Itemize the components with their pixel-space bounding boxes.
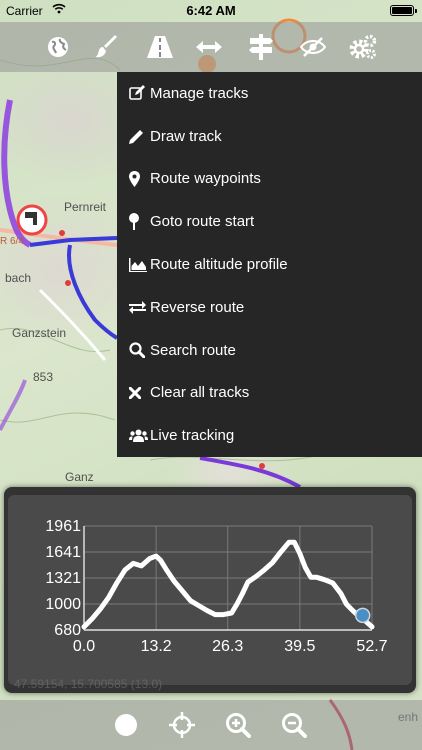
edit-icon xyxy=(129,84,150,102)
menu-item-label: Route altitude profile xyxy=(150,256,288,274)
place-label: bach xyxy=(5,271,32,285)
menu-item-clear-all-tracks[interactable]: Clear all tracks xyxy=(117,372,422,415)
menu-item-draw-track[interactable]: Draw track xyxy=(117,115,422,158)
x-tick-label: 39.5 xyxy=(284,638,315,655)
menu-item-label: Clear all tracks xyxy=(150,384,250,402)
menu-item-label: Goto route start xyxy=(150,213,255,231)
zoom-in-icon[interactable] xyxy=(223,710,253,740)
altitude-chart: 1961 1641 1321 1000 6800.0 13.2 26.3 39.5 52.7 xyxy=(45,518,387,655)
exchange-icon xyxy=(129,298,150,316)
menu-item-label: Search route xyxy=(150,341,236,359)
y-tick-label: 1321 xyxy=(45,570,81,587)
map-coordinates: 47.59154, 15.700585 (13.0) xyxy=(14,677,163,691)
search-icon xyxy=(129,341,150,359)
road-icon[interactable] xyxy=(145,32,175,62)
globe-icon[interactable] xyxy=(43,32,73,62)
place-label: Ganz xyxy=(65,470,94,484)
menu-item-route-altitude-profile[interactable]: Route altitude profile xyxy=(117,243,422,286)
users-icon xyxy=(129,427,150,445)
brush-icon[interactable] xyxy=(92,32,122,62)
menu-item-label: Route waypoints xyxy=(150,170,261,188)
menu-item-label: Manage tracks xyxy=(150,84,249,102)
y-tick-label: 1961 xyxy=(45,518,81,535)
zoom-out-icon[interactable] xyxy=(279,710,309,740)
area-chart-icon xyxy=(129,256,150,274)
menu-item-search-route[interactable]: Search route xyxy=(117,329,422,372)
x-tick-label: 26.3 xyxy=(212,638,243,655)
menu-item-label: Live tracking xyxy=(150,427,235,445)
battery-icon xyxy=(390,5,417,16)
signpost-icon[interactable] xyxy=(246,32,276,62)
place-label: 853 xyxy=(33,370,54,384)
top-toolbar xyxy=(0,22,422,72)
current-position-marker xyxy=(354,607,371,624)
menu-item-reverse-route[interactable]: Reverse route xyxy=(117,286,422,329)
bottom-toolbar xyxy=(0,700,422,750)
circle-icon[interactable] xyxy=(111,710,141,740)
times-icon xyxy=(129,384,150,402)
x-tick-label: 52.7 xyxy=(356,638,387,655)
pushpin-icon xyxy=(129,213,150,231)
road-label: R 6/4 xyxy=(0,236,24,247)
place-label: Ganzstein xyxy=(12,326,67,340)
y-tick-label: 1641 xyxy=(45,544,81,561)
menu-item-label: Reverse route xyxy=(150,298,245,316)
map-marker-icon xyxy=(129,170,150,188)
clock: 6:42 AM xyxy=(186,3,236,18)
place-label: Pernreit xyxy=(64,200,107,214)
menu-item-live-tracking[interactable]: Live tracking xyxy=(117,414,422,457)
menu-item-route-waypoints[interactable]: Route waypoints xyxy=(117,158,422,201)
x-tick-label: 0.0 xyxy=(73,638,95,655)
crosshairs-icon[interactable] xyxy=(167,710,197,740)
arrows-horizontal-icon[interactable] xyxy=(194,32,224,62)
menu-item-manage-tracks[interactable]: Manage tracks xyxy=(117,72,422,115)
x-tick-label: 13.2 xyxy=(141,638,172,655)
eye-slash-icon[interactable] xyxy=(298,32,328,62)
altitude-chart-area[interactable]: 1961 1641 1321 1000 680 0.0 13.2 26.3 39.5 52.7 xyxy=(8,495,412,685)
menu-item-goto-route-start[interactable]: Goto route start xyxy=(117,200,422,243)
altitude-profile-panel: 1961 1641 1321 1000 680 0.0 13.2 26.3 39.5 52.7 xyxy=(4,487,416,693)
gears-icon[interactable] xyxy=(348,32,378,62)
pencil-icon xyxy=(129,127,150,145)
y-tick-label: 680 xyxy=(54,622,81,639)
status-bar: Carrier 6:42 AM xyxy=(0,0,422,22)
menu-item-label: Draw track xyxy=(150,127,222,145)
route-menu: Manage tracks Draw track Route waypoints… xyxy=(117,72,422,457)
y-tick-label: 1000 xyxy=(45,596,81,613)
